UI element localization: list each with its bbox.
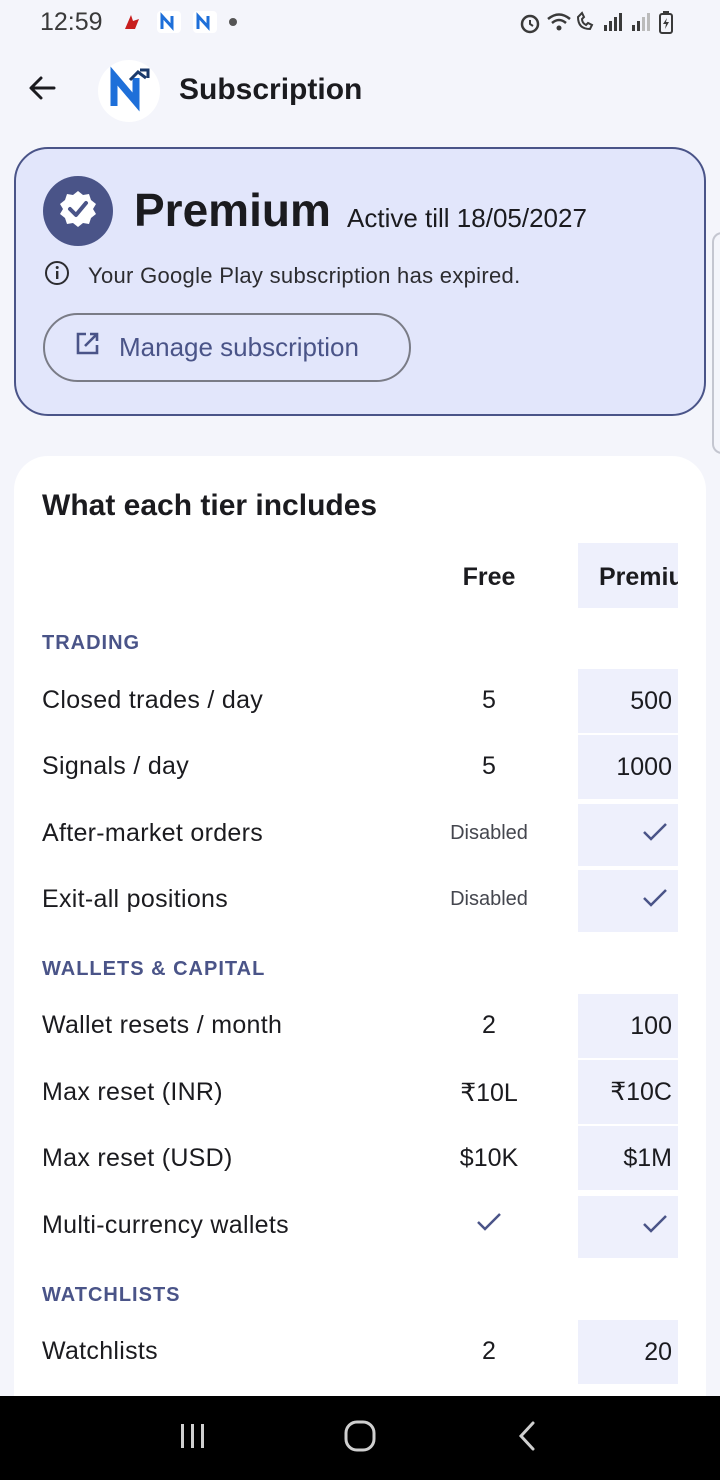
status-left: 12:59 — [40, 8, 237, 37]
check-icon — [476, 1211, 502, 1240]
premium-value-exit-all — [578, 870, 678, 932]
tier-comparison-card: What each tier includes Free TRADING WAL… — [14, 456, 706, 1396]
free-value-multi-currency — [424, 1211, 554, 1240]
alarm-icon — [518, 11, 540, 34]
row-label-max-reset-inr: Max reset (INR) — [42, 1078, 223, 1106]
section-label-watchlists: WATCHLISTS — [42, 1284, 181, 1306]
airline-icon — [121, 11, 143, 33]
notification-dot — [228, 18, 237, 26]
wifi-call-icon — [574, 11, 596, 33]
column-header-premium: Premium — [578, 543, 678, 608]
battery-charging-icon — [658, 11, 680, 34]
open-external-icon — [73, 330, 101, 365]
free-value-max-reset-usd: $10K — [459, 1144, 519, 1172]
row-label-after-market: After-market orders — [42, 819, 264, 847]
premium-value-after-market — [578, 804, 678, 866]
arrow-left-icon — [26, 72, 58, 109]
page-title: Subscription — [179, 73, 363, 106]
premium-value-max-reset-usd: $1M — [578, 1126, 678, 1190]
section-label-trading: TRADING — [42, 632, 141, 654]
expired-notice: Your Google Play subscription has expire… — [44, 260, 520, 292]
recent-apps-button[interactable] — [173, 1418, 213, 1458]
home-icon — [343, 1419, 377, 1458]
free-value-watchlists: 2 — [482, 1337, 496, 1365]
status-bar: 12:59 — [0, 0, 720, 44]
back-icon — [515, 1420, 539, 1457]
premium-value-max-reset-inr: ₹10C — [578, 1060, 678, 1124]
premium-value-closed-trades: 500 — [578, 669, 678, 733]
system-nav-bar — [0, 1396, 720, 1480]
free-value-max-reset-inr: ₹10L — [460, 1079, 518, 1107]
premium-column: Premium 500 1000 100 ₹10C $1M 20 — [578, 456, 678, 1396]
tier-comparison-title: What each tier includes — [42, 489, 378, 522]
status-time: 12:59 — [40, 7, 103, 36]
row-label-wallet-resets: Wallet resets / month — [42, 1011, 283, 1039]
active-till-text: Active till 18/05/2027 — [347, 203, 587, 233]
check-icon — [642, 887, 668, 916]
premium-value-watchlists: 20 — [578, 1320, 678, 1384]
row-label-max-reset-usd: Max reset (USD) — [42, 1144, 233, 1172]
home-button[interactable] — [340, 1418, 380, 1458]
app-bar: Subscription — [0, 58, 720, 124]
edge-scroll-handle[interactable] — [712, 232, 720, 454]
signal-icon — [602, 11, 624, 33]
premium-badge — [43, 176, 113, 246]
expired-notice-text: Your Google Play subscription has expire… — [88, 263, 521, 288]
premium-value-multi-currency — [578, 1196, 678, 1258]
check-icon — [642, 821, 668, 850]
recent-apps-icon — [177, 1422, 209, 1455]
plan-name: Premium — [134, 184, 331, 236]
free-value-signals: 5 — [482, 752, 496, 780]
manage-subscription-label: Manage subscription — [119, 332, 359, 362]
back-button[interactable] — [22, 70, 62, 110]
n-chart-logo — [106, 65, 152, 117]
app-n-icon — [156, 11, 181, 33]
section-label-wallets: WALLETS & CAPITAL — [42, 958, 266, 980]
free-value-closed-trades: 5 — [482, 686, 496, 714]
app-logo — [98, 60, 160, 122]
info-icon — [44, 260, 70, 292]
row-label-exit-all: Exit-all positions — [42, 885, 229, 913]
column-header-free: Free — [462, 563, 516, 591]
row-label-closed-trades: Closed trades / day — [42, 686, 264, 714]
free-value-wallet-resets: 2 — [482, 1011, 496, 1039]
premium-value-wallet-resets: 100 — [578, 994, 678, 1058]
premium-status-card: Premium Active till 18/05/2027 Your Goog… — [14, 147, 706, 416]
wifi-icon — [546, 11, 571, 33]
premium-value-signals: 1000 — [578, 735, 678, 799]
app-n-icon — [192, 11, 217, 33]
system-back-button[interactable] — [507, 1418, 547, 1458]
check-icon — [642, 1213, 668, 1242]
status-right — [518, 11, 680, 34]
row-label-multi-currency: Multi-currency wallets — [42, 1211, 289, 1239]
verified-check-icon — [58, 189, 98, 234]
free-value-after-market: Disabled — [450, 822, 528, 844]
row-label-signals: Signals / day — [42, 752, 190, 780]
signal-r-icon — [630, 11, 652, 33]
free-value-exit-all: Disabled — [450, 888, 528, 910]
manage-subscription-button[interactable]: Manage subscription — [43, 313, 411, 382]
row-label-watchlists: Watchlists — [42, 1337, 158, 1365]
